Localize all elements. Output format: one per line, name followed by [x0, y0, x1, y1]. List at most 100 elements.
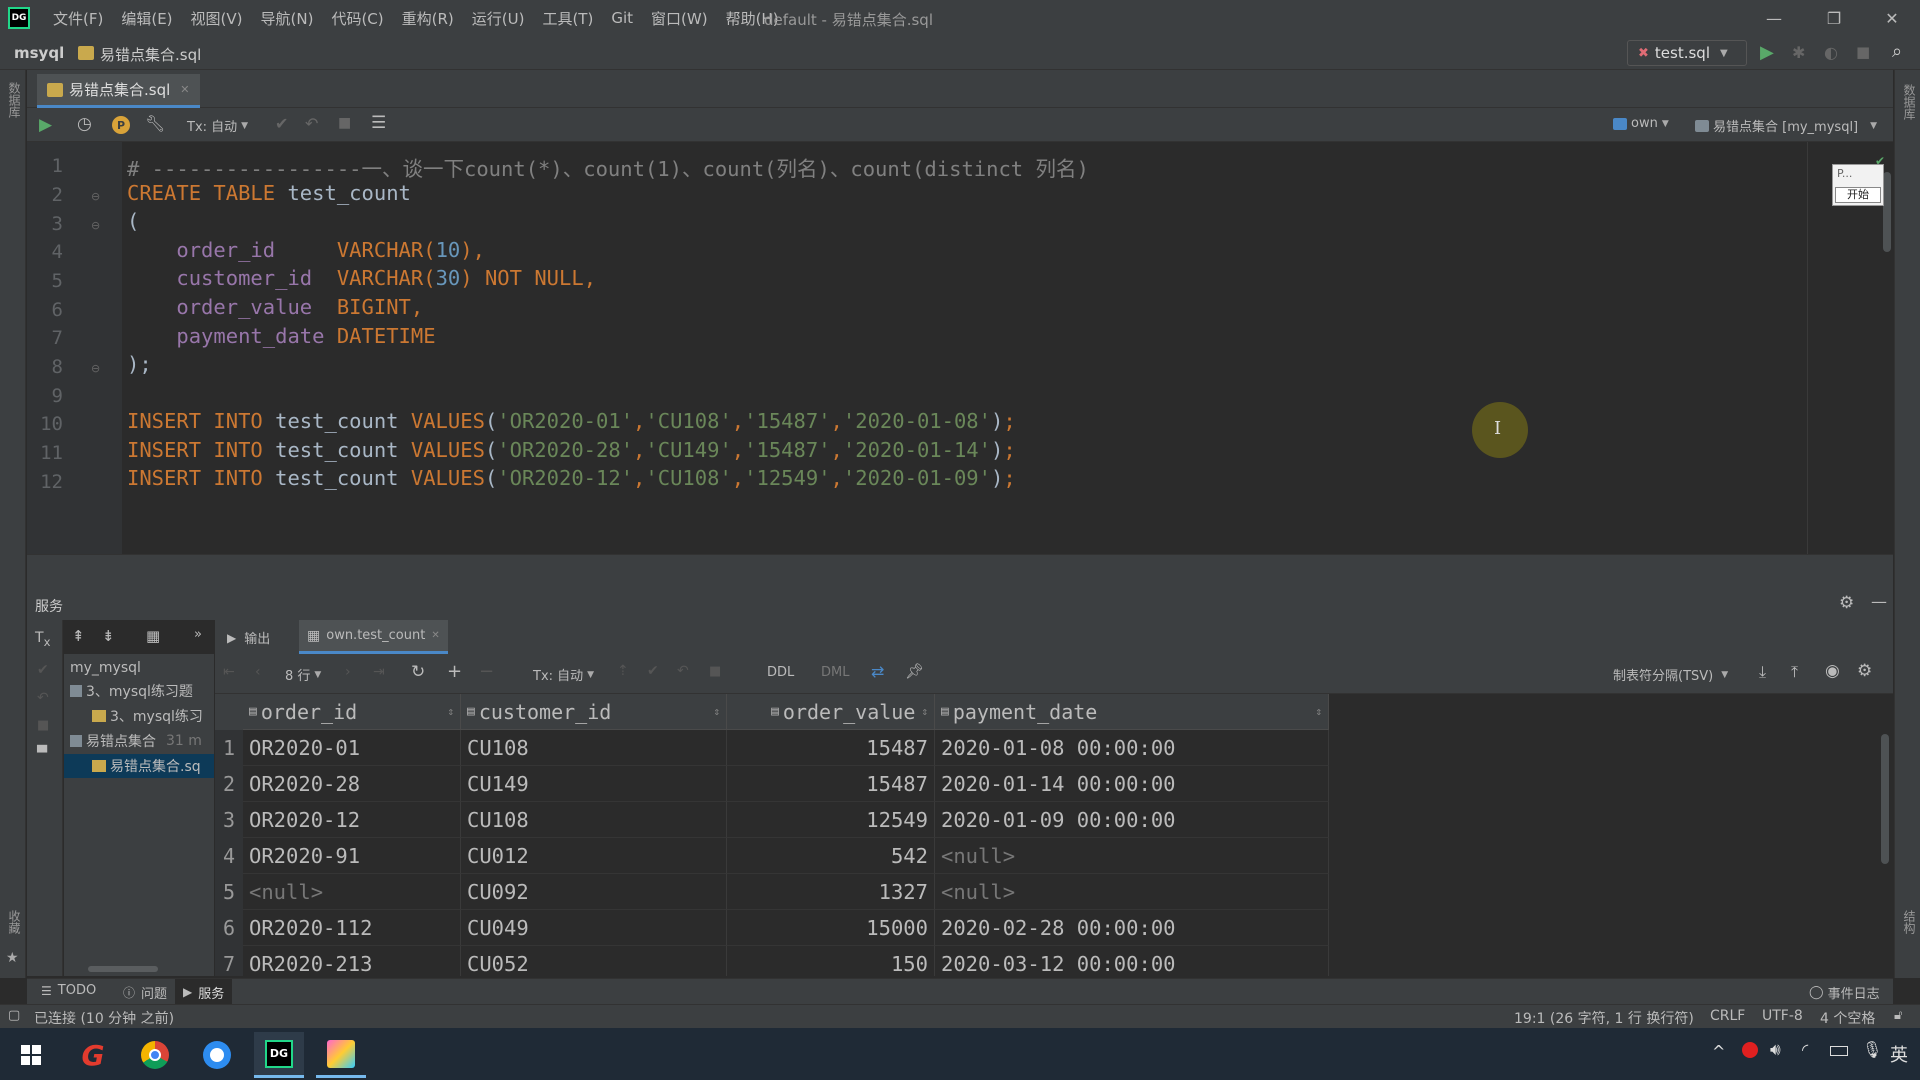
- history-icon[interactable]: ◷: [77, 114, 92, 134]
- cell-order-id[interactable]: <null>: [243, 874, 461, 910]
- delete-row-icon[interactable]: −: [479, 661, 494, 682]
- todo-tool-button[interactable]: ☰ TODO: [41, 983, 96, 998]
- submit-icon[interactable]: ⇡: [617, 663, 629, 679]
- prev-page-icon[interactable]: ‹: [255, 664, 261, 680]
- row-number[interactable]: 7: [215, 946, 243, 976]
- cell-customer-id[interactable]: CU108: [461, 802, 727, 838]
- last-page-icon[interactable]: ⇥: [373, 664, 385, 680]
- cell-order-id[interactable]: OR2020-112: [243, 910, 461, 946]
- menu-code[interactable]: 代码(C): [322, 8, 392, 29]
- cell-customer-id[interactable]: CU092: [461, 874, 727, 910]
- menu-file[interactable]: 文件(F): [44, 8, 112, 29]
- expand-all-icon[interactable]: ⇞: [72, 627, 85, 645]
- search-icon[interactable]: ⌕: [1892, 41, 1902, 62]
- menu-navigate[interactable]: 导航(N): [252, 8, 323, 29]
- rows-dropdown[interactable]: 8 行 ▼: [285, 665, 321, 684]
- sort-icon[interactable]: ⇕: [921, 705, 928, 718]
- status-window-icon[interactable]: ▢: [8, 1008, 20, 1023]
- favorites-tool-tab[interactable]: 收藏: [6, 910, 23, 934]
- menu-tools[interactable]: 工具(T): [533, 8, 602, 29]
- collapse-all-icon[interactable]: ⇟: [102, 627, 115, 645]
- gear-icon[interactable]: ⚙: [1857, 661, 1872, 681]
- ddl-button[interactable]: DDL: [767, 665, 794, 680]
- row-number[interactable]: 5: [215, 874, 243, 910]
- menu-view[interactable]: 视图(V): [182, 8, 252, 29]
- row-number[interactable]: 6: [215, 910, 243, 946]
- tx-icon[interactable]: Tx: [35, 630, 50, 649]
- lock-icon[interactable]: 🔓︎: [1894, 1008, 1902, 1023]
- coverage-icon[interactable]: ◐: [1824, 43, 1838, 62]
- indent-setting[interactable]: 4 个空格: [1820, 1008, 1875, 1028]
- column-header-order-id[interactable]: ▤ order_id ⇕: [243, 694, 461, 730]
- cancel-icon[interactable]: ■: [338, 115, 351, 131]
- services-tool-button[interactable]: ▶ 服务: [175, 979, 233, 1005]
- recording-icon[interactable]: [1742, 1042, 1758, 1058]
- taskbar-browser[interactable]: [192, 1032, 242, 1078]
- menu-refactor[interactable]: 重构(R): [393, 8, 463, 29]
- battery-icon[interactable]: [1830, 1046, 1848, 1056]
- cell-order-id[interactable]: OR2020-213: [243, 946, 461, 976]
- pin-icon[interactable]: 📌︎: [905, 662, 924, 680]
- editor-scrollbar[interactable]: [1883, 172, 1891, 252]
- editor-tab-active[interactable]: 易错点集合.sql ✕: [37, 74, 200, 108]
- cell-order-value[interactable]: 15000: [727, 910, 935, 946]
- cell-payment-date[interactable]: 2020-02-28 00:00:00: [935, 910, 1329, 946]
- cell-order-value[interactable]: 15487: [727, 766, 935, 802]
- cancel-icon[interactable]: ■: [709, 664, 721, 679]
- next-page-icon[interactable]: ›: [345, 664, 351, 680]
- cell-order-id[interactable]: OR2020-12: [243, 802, 461, 838]
- add-row-icon[interactable]: +: [447, 661, 462, 682]
- event-log-button[interactable]: ◯ 事件日志: [1809, 983, 1880, 1002]
- column-header-payment-date[interactable]: ▤ payment_date ⇕: [935, 694, 1329, 730]
- code-editor[interactable]: 1 2 3 4 5 6 7 8 9 10 11 12 ⊖ ⊖ ⊖ # -----…: [27, 142, 1893, 554]
- debug-icon[interactable]: ✱: [1792, 43, 1805, 62]
- taskbar-app-g[interactable]: G: [68, 1032, 118, 1078]
- cell-order-id[interactable]: OR2020-28: [243, 766, 461, 802]
- tab-result[interactable]: ▦ own.test_count ✕: [299, 620, 448, 654]
- tab-output[interactable]: ▶ 输出: [227, 628, 270, 648]
- menu-edit[interactable]: 编辑(E): [112, 8, 181, 29]
- row-number[interactable]: 4: [215, 838, 243, 874]
- cell-customer-id[interactable]: CU108: [461, 730, 727, 766]
- close-tab-icon[interactable]: ✕: [180, 83, 189, 96]
- menu-run[interactable]: 运行(U): [463, 8, 534, 29]
- cell-order-value[interactable]: 15487: [727, 730, 935, 766]
- tree-scrollbar[interactable]: [88, 966, 158, 972]
- tray-expand-icon[interactable]: ^: [1712, 1042, 1725, 1061]
- download-icon[interactable]: ⤓: [1759, 662, 1766, 682]
- cell-order-id[interactable]: OR2020-91: [243, 838, 461, 874]
- tree-item-exercise-file[interactable]: 3、mysql练习: [92, 706, 203, 726]
- rollback-icon[interactable]: ↶: [37, 690, 49, 706]
- breadcrumb-project[interactable]: msyql: [14, 44, 64, 62]
- database-right-tool-tab[interactable]: 数据库: [1901, 84, 1918, 120]
- cell-payment-date[interactable]: <null>: [935, 838, 1329, 874]
- row-number[interactable]: 3: [215, 802, 243, 838]
- cell-payment-date[interactable]: 2020-01-09 00:00:00: [935, 802, 1329, 838]
- rollback-icon[interactable]: ↶: [677, 663, 689, 679]
- commit-icon[interactable]: ✔: [37, 662, 49, 678]
- database-tool-tab[interactable]: 数据库: [6, 82, 23, 118]
- restore-button[interactable]: ❐: [1806, 0, 1862, 36]
- datasource-selector[interactable]: 易错点集合 [my_mysql] ▼: [1695, 116, 1877, 135]
- mic-icon[interactable]: 🎙︎: [1862, 1040, 1882, 1059]
- layout-icon[interactable]: ▀: [37, 746, 47, 761]
- result-tx-dropdown[interactable]: Tx: 自动 ▼: [533, 665, 594, 684]
- panel-divider[interactable]: [27, 554, 1893, 588]
- fold-icon[interactable]: ⊖: [91, 219, 100, 232]
- result-grid[interactable]: ▤ order_id ⇕ ▤ customer_id ⇕ ▤ order_val…: [215, 694, 1893, 976]
- stop-icon[interactable]: ■: [1856, 43, 1870, 61]
- cell-order-id[interactable]: OR2020-01: [243, 730, 461, 766]
- cell-payment-date[interactable]: 2020-01-14 00:00:00: [935, 766, 1329, 802]
- line-separator[interactable]: CRLF: [1710, 1008, 1745, 1024]
- column-header-order-value[interactable]: ▤ order_value ⇕: [727, 694, 935, 730]
- refresh-icon[interactable]: ↻: [411, 662, 425, 682]
- more-icon[interactable]: »: [194, 627, 202, 642]
- cell-customer-id[interactable]: CU049: [461, 910, 727, 946]
- row-number[interactable]: 1: [215, 730, 243, 766]
- volume-icon[interactable]: 🔊︎: [1770, 1040, 1781, 1060]
- cell-customer-id[interactable]: CU052: [461, 946, 727, 976]
- sort-icon[interactable]: ⇕: [447, 705, 454, 718]
- menu-git[interactable]: Git: [602, 9, 642, 27]
- cell-customer-id[interactable]: CU149: [461, 766, 727, 802]
- start-button[interactable]: [6, 1032, 56, 1078]
